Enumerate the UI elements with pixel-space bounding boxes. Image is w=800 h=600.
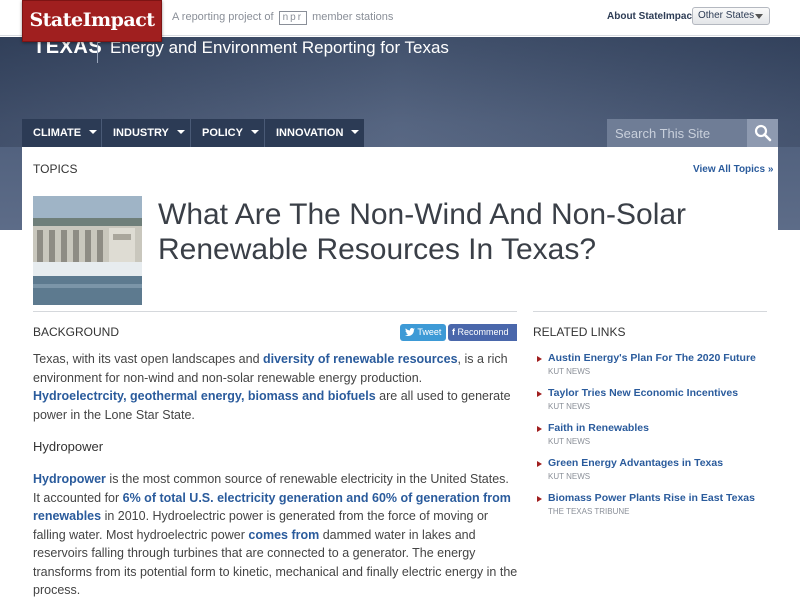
facebook-icon: f [452,327,455,337]
tagline-suffix: member stations [312,11,394,23]
sidebar-rule [533,311,767,312]
caret-down-icon [89,130,98,134]
hydropower-link[interactable]: Hydropower [33,472,106,486]
comes-from-link[interactable]: comes from [248,528,319,542]
nav-item-innovation[interactable]: INNOVATION [265,119,364,147]
chevron-down-icon [755,14,763,19]
search-input[interactable] [607,119,747,147]
related-links-label: RELATED LINKS [533,325,626,339]
nav-label: CLIMATE [33,127,82,139]
related-link-source: KUT NEWS [548,367,591,376]
nav-label: POLICY [202,127,243,139]
nav-label: INDUSTRY [113,127,169,139]
hydropower-paragraph: Hydropower is the most common source of … [33,470,519,600]
main-nav: CLIMATE INDUSTRY POLICY INNOVATION [22,119,364,147]
diversity-renewable-resources-link[interactable]: diversity of renewable resources [263,352,458,366]
related-link-source: THE TEXAS TRIBUNE [548,507,630,516]
related-link-title[interactable]: Austin Energy's Plan For The 2020 Future [548,352,756,364]
triangle-bullet-icon [537,496,542,502]
caret-down-icon [250,130,259,134]
search-button[interactable] [747,119,778,147]
nav-item-climate[interactable]: CLIMATE [22,119,101,147]
related-link-title[interactable]: Faith in Renewables [548,422,649,434]
twitter-bird-icon [405,328,415,336]
tweet-button[interactable]: Tweet [400,324,446,341]
related-link-source: KUT NEWS [548,402,591,411]
triangle-bullet-icon [537,391,542,397]
intro-paragraph: Texas, with its vast open landscapes and… [33,350,519,424]
section-rule [33,311,517,312]
about-stateimpact-link[interactable]: About StateImpact [607,11,695,22]
tweet-label: Tweet [417,327,442,337]
caret-down-icon [351,130,360,134]
dam-photo-image [33,196,142,305]
view-all-topics-link[interactable]: View All Topics » [693,164,773,175]
caret-down-icon [176,130,185,134]
related-link-title[interactable]: Taylor Tries New Economic Incentives [548,387,738,399]
related-link-source: KUT NEWS [548,472,591,481]
recommend-label: Recommend [457,327,509,337]
facebook-recommend-button[interactable]: f Recommend [448,324,517,341]
renewable-types-link[interactable]: Hydroelectrcity, geothermal energy, biom… [33,389,376,403]
stateimpact-logo[interactable]: StateImpact [22,0,162,42]
triangle-bullet-icon [537,426,542,432]
tagline-prefix: A reporting project of [172,11,274,23]
npr-logo[interactable]: npr [278,11,308,25]
top-bar: StateImpact A reporting project of npr m… [0,0,800,42]
text-run: Texas, with its vast open landscapes and [33,352,263,366]
related-link-title[interactable]: Biomass Power Plants Rise in East Texas [548,492,755,504]
hydropower-heading: Hydropower [33,439,104,454]
other-states-label: Other States [698,10,755,21]
topics-label: TOPICS [33,162,78,176]
nav-item-policy[interactable]: POLICY [191,119,264,147]
article-title: What Are The Non-Wind And Non-Solar Rene… [158,198,687,266]
background-section-label: BACKGROUND [33,325,120,339]
nav-label: INNOVATION [276,127,344,139]
triangle-bullet-icon [537,461,542,467]
tagline: A reporting project of npr member statio… [172,11,393,25]
topic-thumbnail[interactable] [33,196,142,305]
triangle-bullet-icon [537,356,542,362]
related-link-title[interactable]: Green Energy Advantages in Texas [548,457,723,469]
other-states-dropdown[interactable]: Other States [692,7,770,25]
related-link-source: KUT NEWS [548,437,591,446]
search-icon [754,124,772,142]
nav-item-industry[interactable]: INDUSTRY [102,119,190,147]
